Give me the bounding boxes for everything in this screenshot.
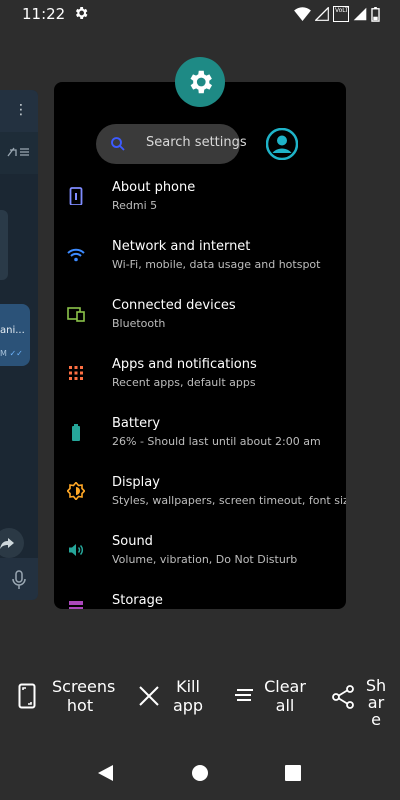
forward-icon: [0, 528, 24, 558]
connected-devices-icon: [67, 307, 85, 322]
signal-empty-icon: [315, 7, 329, 21]
search-bar[interactable]: Search settings: [96, 124, 247, 164]
settings-item-storage[interactable]: Storage: [54, 593, 346, 609]
settings-item-title: Connected devices: [112, 298, 236, 313]
status-bar: 11:22 VoLTE: [0, 0, 400, 28]
settings-item-subtitle: Styles, wallpapers, screen timeout, font…: [112, 494, 346, 507]
settings-item-display[interactable]: Display Styles, wallpapers, screen timeo…: [54, 475, 346, 531]
volume-icon: [69, 544, 83, 556]
search-icon: [111, 137, 125, 151]
clear-all-label: Clear all: [264, 677, 306, 715]
settings-item-subtitle: Volume, vibration, Do Not Disturb: [112, 553, 298, 566]
share-button[interactable]: Sh ar e: [332, 677, 400, 729]
more-options-icon: ⋮: [14, 102, 28, 118]
battery-status-icon: [371, 6, 380, 22]
status-icons: VoLTE: [294, 5, 380, 23]
back-icon[interactable]: [96, 764, 114, 782]
recent-app-card-messenger[interactable]: ⋮ ani... M ✓✓: [0, 90, 38, 600]
settings-item-subtitle: Recent apps, default apps: [112, 376, 256, 389]
settings-item-battery[interactable]: Battery 26% - Should last until about 2:…: [54, 416, 346, 472]
settings-item-title: Sound: [112, 534, 153, 549]
screenshot-icon: [18, 683, 36, 709]
clear-all-button[interactable]: Clear all: [234, 677, 314, 727]
kill-app-button[interactable]: Kill app: [138, 677, 208, 727]
settings-item-title: Apps and notifications: [112, 357, 257, 372]
settings-item-title: Network and internet: [112, 239, 251, 254]
navigation-bar: [0, 745, 400, 800]
settings-item-sound[interactable]: Sound Volume, vibration, Do Not Disturb: [54, 534, 346, 590]
settings-item-subtitle: Wi-Fi, mobile, data usage and hotspot: [112, 258, 321, 271]
message-preview-text: ani...: [0, 325, 25, 336]
signal-icon: [353, 7, 367, 21]
message-time: M ✓✓: [0, 349, 23, 358]
settings-item-network[interactable]: Network and internet Wi-Fi, mobile, data…: [54, 239, 346, 295]
settings-item-subtitle: Bluetooth: [112, 317, 166, 330]
settings-item-subtitle: 26% - Should last until about 2:00 am: [112, 435, 321, 448]
settings-item-subtitle: Redmi 5: [112, 199, 158, 212]
settings-notification-icon: [75, 7, 88, 19]
share-icon: [332, 685, 354, 709]
apps-grid-icon: [69, 366, 83, 380]
recents-icon[interactable]: [285, 765, 301, 781]
close-icon: [139, 686, 159, 706]
recent-app-card-settings[interactable]: Search settings About phone Redmi 5 Netw…: [54, 82, 346, 609]
settings-item-about-phone[interactable]: About phone Redmi 5: [54, 180, 346, 236]
settings-item-connected-devices[interactable]: Connected devices Bluetooth: [54, 298, 346, 354]
settings-item-title: About phone: [112, 180, 196, 195]
battery-icon: [72, 424, 80, 441]
kill-app-label: Kill app: [172, 677, 204, 715]
settings-item-title: Display: [112, 475, 160, 490]
volte-badge: VoLTE: [333, 6, 349, 22]
pin-list-icon: [6, 146, 30, 161]
storage-icon: [69, 601, 83, 609]
settings-item-title: Battery: [112, 416, 161, 431]
phone-info-icon: [69, 187, 83, 205]
home-icon[interactable]: [191, 764, 209, 782]
settings-app-icon[interactable]: [175, 57, 225, 107]
search-placeholder: Search settings: [146, 135, 247, 150]
account-avatar-icon[interactable]: [266, 128, 298, 160]
message-bubble-incoming: [0, 210, 8, 280]
microphone-icon: [12, 570, 26, 589]
screenshot-label: Screens hot: [52, 677, 116, 715]
settings-item-apps[interactable]: Apps and notifications Recent apps, defa…: [54, 357, 346, 413]
share-label: Sh ar e: [365, 677, 387, 729]
settings-item-title: Storage: [112, 593, 163, 608]
clear-all-icon: [235, 689, 253, 701]
wifi-status-icon: [294, 7, 311, 21]
wifi-icon: [67, 248, 85, 262]
screenshot-button[interactable]: Screens hot: [18, 677, 118, 727]
brightness-icon: [67, 482, 85, 500]
gear-icon: [190, 70, 212, 94]
status-time: 11:22: [22, 5, 66, 23]
